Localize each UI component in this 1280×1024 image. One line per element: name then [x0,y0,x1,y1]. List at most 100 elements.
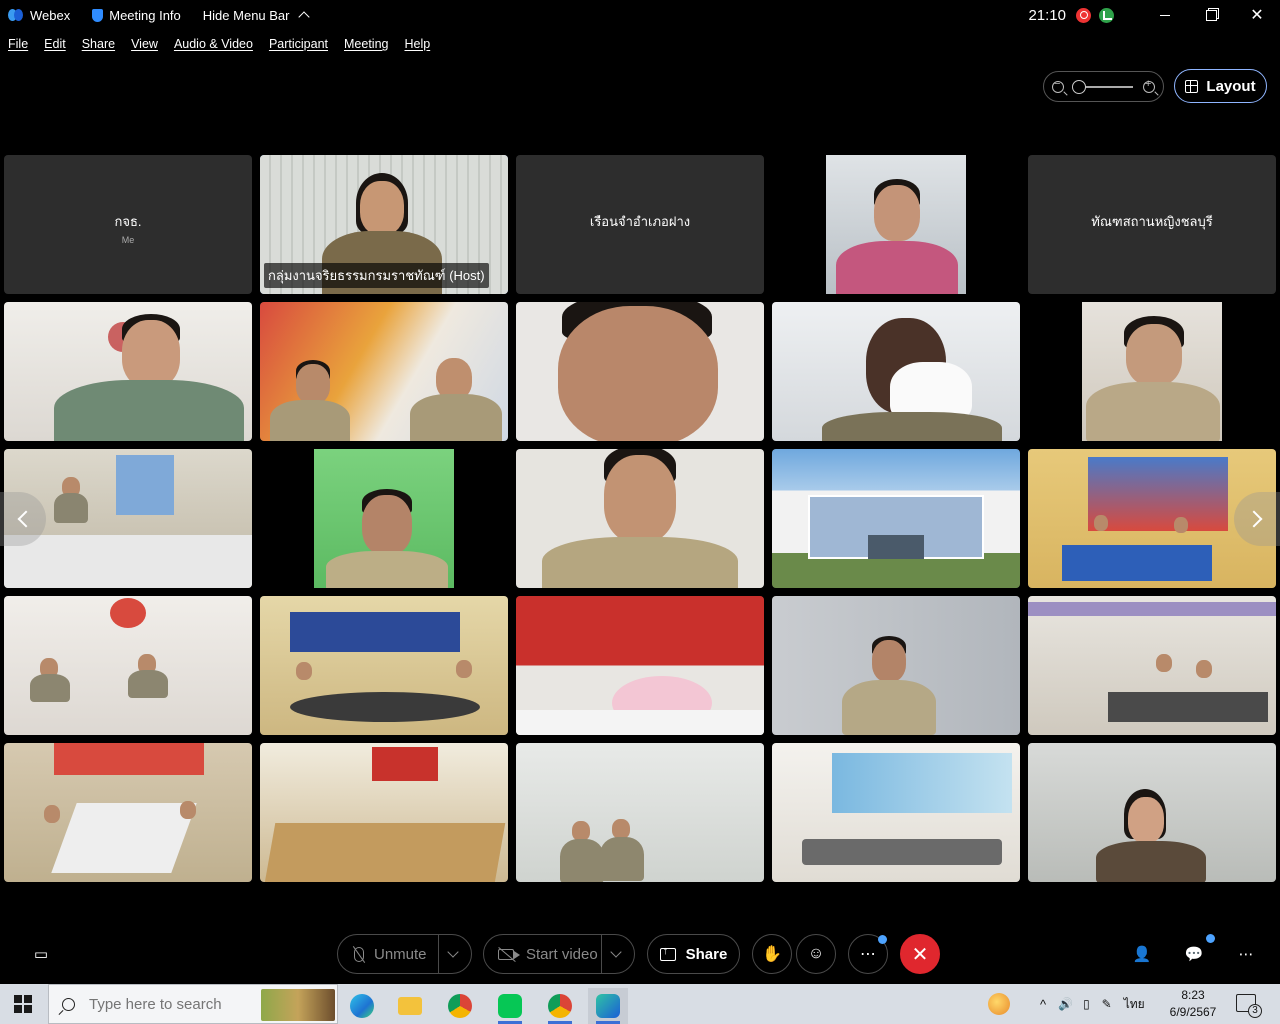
participant-tile[interactable] [4,596,252,735]
webex-app-menu[interactable]: Webex [8,8,70,23]
connection-stats-icon[interactable] [1099,7,1114,23]
participants-icon[interactable]: 👤 [1131,944,1153,964]
participant-tile[interactable] [260,743,508,882]
taskbar-search-input[interactable] [89,995,249,1013]
participant-tile-host[interactable]: กลุ่มงานจริยธรรมกรมราชทัณฑ์ (Host) [260,155,508,294]
volume-icon[interactable]: 🔊 [1058,997,1073,1011]
close-window-button[interactable]: ✕ [1234,0,1280,30]
participant-tile[interactable] [260,449,508,588]
chrome-profile-app[interactable] [540,988,580,1024]
maximize-button[interactable] [1188,0,1234,30]
network-icon[interactable]: ▯ [1083,997,1090,1011]
menu-participant[interactable]: Participant [269,37,328,51]
meeting-info-label: Meeting Info [109,7,181,23]
file-explorer-app[interactable] [390,988,430,1024]
webex-taskbar-app[interactable] [588,988,628,1024]
participant-tile[interactable] [772,155,1020,294]
participant-tile[interactable] [772,449,1020,588]
recording-icon[interactable] [1076,7,1091,23]
participant-tile-self[interactable]: กจธ. Me [4,155,252,294]
participant-tile[interactable] [260,596,508,735]
windows-start-icon[interactable] [14,995,32,1013]
taskbar-search[interactable] [48,984,338,1024]
input-language[interactable]: ไทย [1124,995,1145,1014]
participant-tile[interactable] [772,743,1020,882]
participant-tile[interactable] [260,302,508,441]
video-feed [4,743,252,882]
pen-icon[interactable]: ✎ [1102,997,1112,1011]
end-call-button[interactable]: ✕ [900,934,940,974]
clock-date: 6/9/2567 [1169,1005,1217,1019]
grid-layout-icon [1185,79,1199,93]
meeting-clock: 21:10 [1028,6,1066,24]
video-feed [260,302,508,441]
line-app[interactable] [490,988,530,1024]
participant-tile[interactable]: เรือนจำอำเภอฝาง [516,155,764,294]
participant-tile[interactable] [516,449,764,588]
zoom-slider-handle[interactable] [1072,79,1086,94]
edge-icon [350,994,374,1018]
menu-audio-video[interactable]: Audio & Video [174,37,253,51]
system-clock[interactable]: 8:23 6/9/2567 [1168,987,1218,1021]
menu-edit[interactable]: Edit [44,37,66,51]
participant-name: ทัณฑสถานหญิงชลบุรี [1091,214,1213,229]
participant-tile[interactable] [772,596,1020,735]
close-icon: ✕ [911,943,929,966]
menu-file[interactable]: File [8,37,28,51]
participant-tile[interactable] [1028,596,1276,735]
participant-tile[interactable]: ทัณฑสถานหญิงชลบุรี [1028,155,1276,294]
start-video-button[interactable]: Start video [483,934,635,974]
webex-meeting-window: Webex Meeting Info Hide Menu Bar 21:10 ✕… [0,0,1280,1024]
zoom-in-icon[interactable] [1143,78,1155,93]
menu-meeting[interactable]: Meeting [344,37,388,51]
hide-menu-bar-label: Hide Menu Bar [202,7,290,23]
chrome-icon [548,994,572,1018]
chevron-up-icon [297,11,310,23]
share-label: Share [685,945,728,963]
chevron-down-icon[interactable] [447,946,459,958]
participant-tile[interactable] [4,743,252,882]
smiley-icon: ☺ [807,945,825,962]
participant-tile[interactable] [4,302,252,441]
more-panels-icon[interactable]: ⋯ [1235,944,1257,964]
participant-tile[interactable] [1028,743,1276,882]
reactions-button[interactable]: ☺ [796,934,836,974]
hand-icon: ✋ [762,946,782,963]
participant-self-tag: Me [121,235,135,245]
participant-tile[interactable] [516,302,764,441]
menu-view[interactable]: View [131,37,158,51]
chrome-app[interactable] [440,988,480,1024]
share-button[interactable]: Share [647,934,740,974]
video-feed [772,743,1020,882]
minimize-button[interactable] [1142,0,1188,30]
layout-button[interactable]: Layout [1174,69,1267,103]
menu-share[interactable]: Share [82,37,115,51]
captions-icon[interactable]: ▭ [30,944,52,964]
video-grid: กจธ. Me กลุ่มงานจริยธรรมกรมราชทัณฑ์ (Hos… [4,155,1277,882]
unmute-main[interactable]: Unmute [354,946,427,963]
line-icon [498,994,522,1018]
edge-app[interactable] [342,988,382,1024]
participant-tile[interactable] [516,596,764,735]
video-feed [314,449,454,588]
participant-tile[interactable] [772,302,1020,441]
weather-icon[interactable] [988,993,1010,1015]
system-tray: ^ 🔊 ▯ ✎ ไทย [988,984,1145,1024]
menu-help[interactable]: Help [404,37,430,51]
windows-taskbar: ^ 🔊 ▯ ✎ ไทย 8:23 6/9/2567 3 [0,984,1280,1024]
next-page-arrow-icon[interactable] [1234,492,1280,546]
raise-hand-button[interactable]: ✋ [752,934,792,974]
video-feed [260,743,508,882]
zoom-slider[interactable] [1072,79,1133,94]
participant-tile[interactable] [516,743,764,882]
participant-tile[interactable] [1028,302,1276,441]
chat-icon[interactable]: 💬 [1183,944,1205,964]
hide-menu-bar-button[interactable]: Hide Menu Bar [202,7,310,23]
chevron-down-icon[interactable] [610,946,622,958]
chevron-up-icon[interactable]: ^ [1040,997,1046,1012]
participant-name: เรือนจำอำเภอฝาง [589,214,691,229]
zoom-out-icon[interactable] [1052,78,1064,93]
unmute-button[interactable]: Unmute [337,934,472,974]
start-video-main[interactable]: Start video [498,946,598,963]
meeting-info-button[interactable]: Meeting Info [92,8,181,23]
